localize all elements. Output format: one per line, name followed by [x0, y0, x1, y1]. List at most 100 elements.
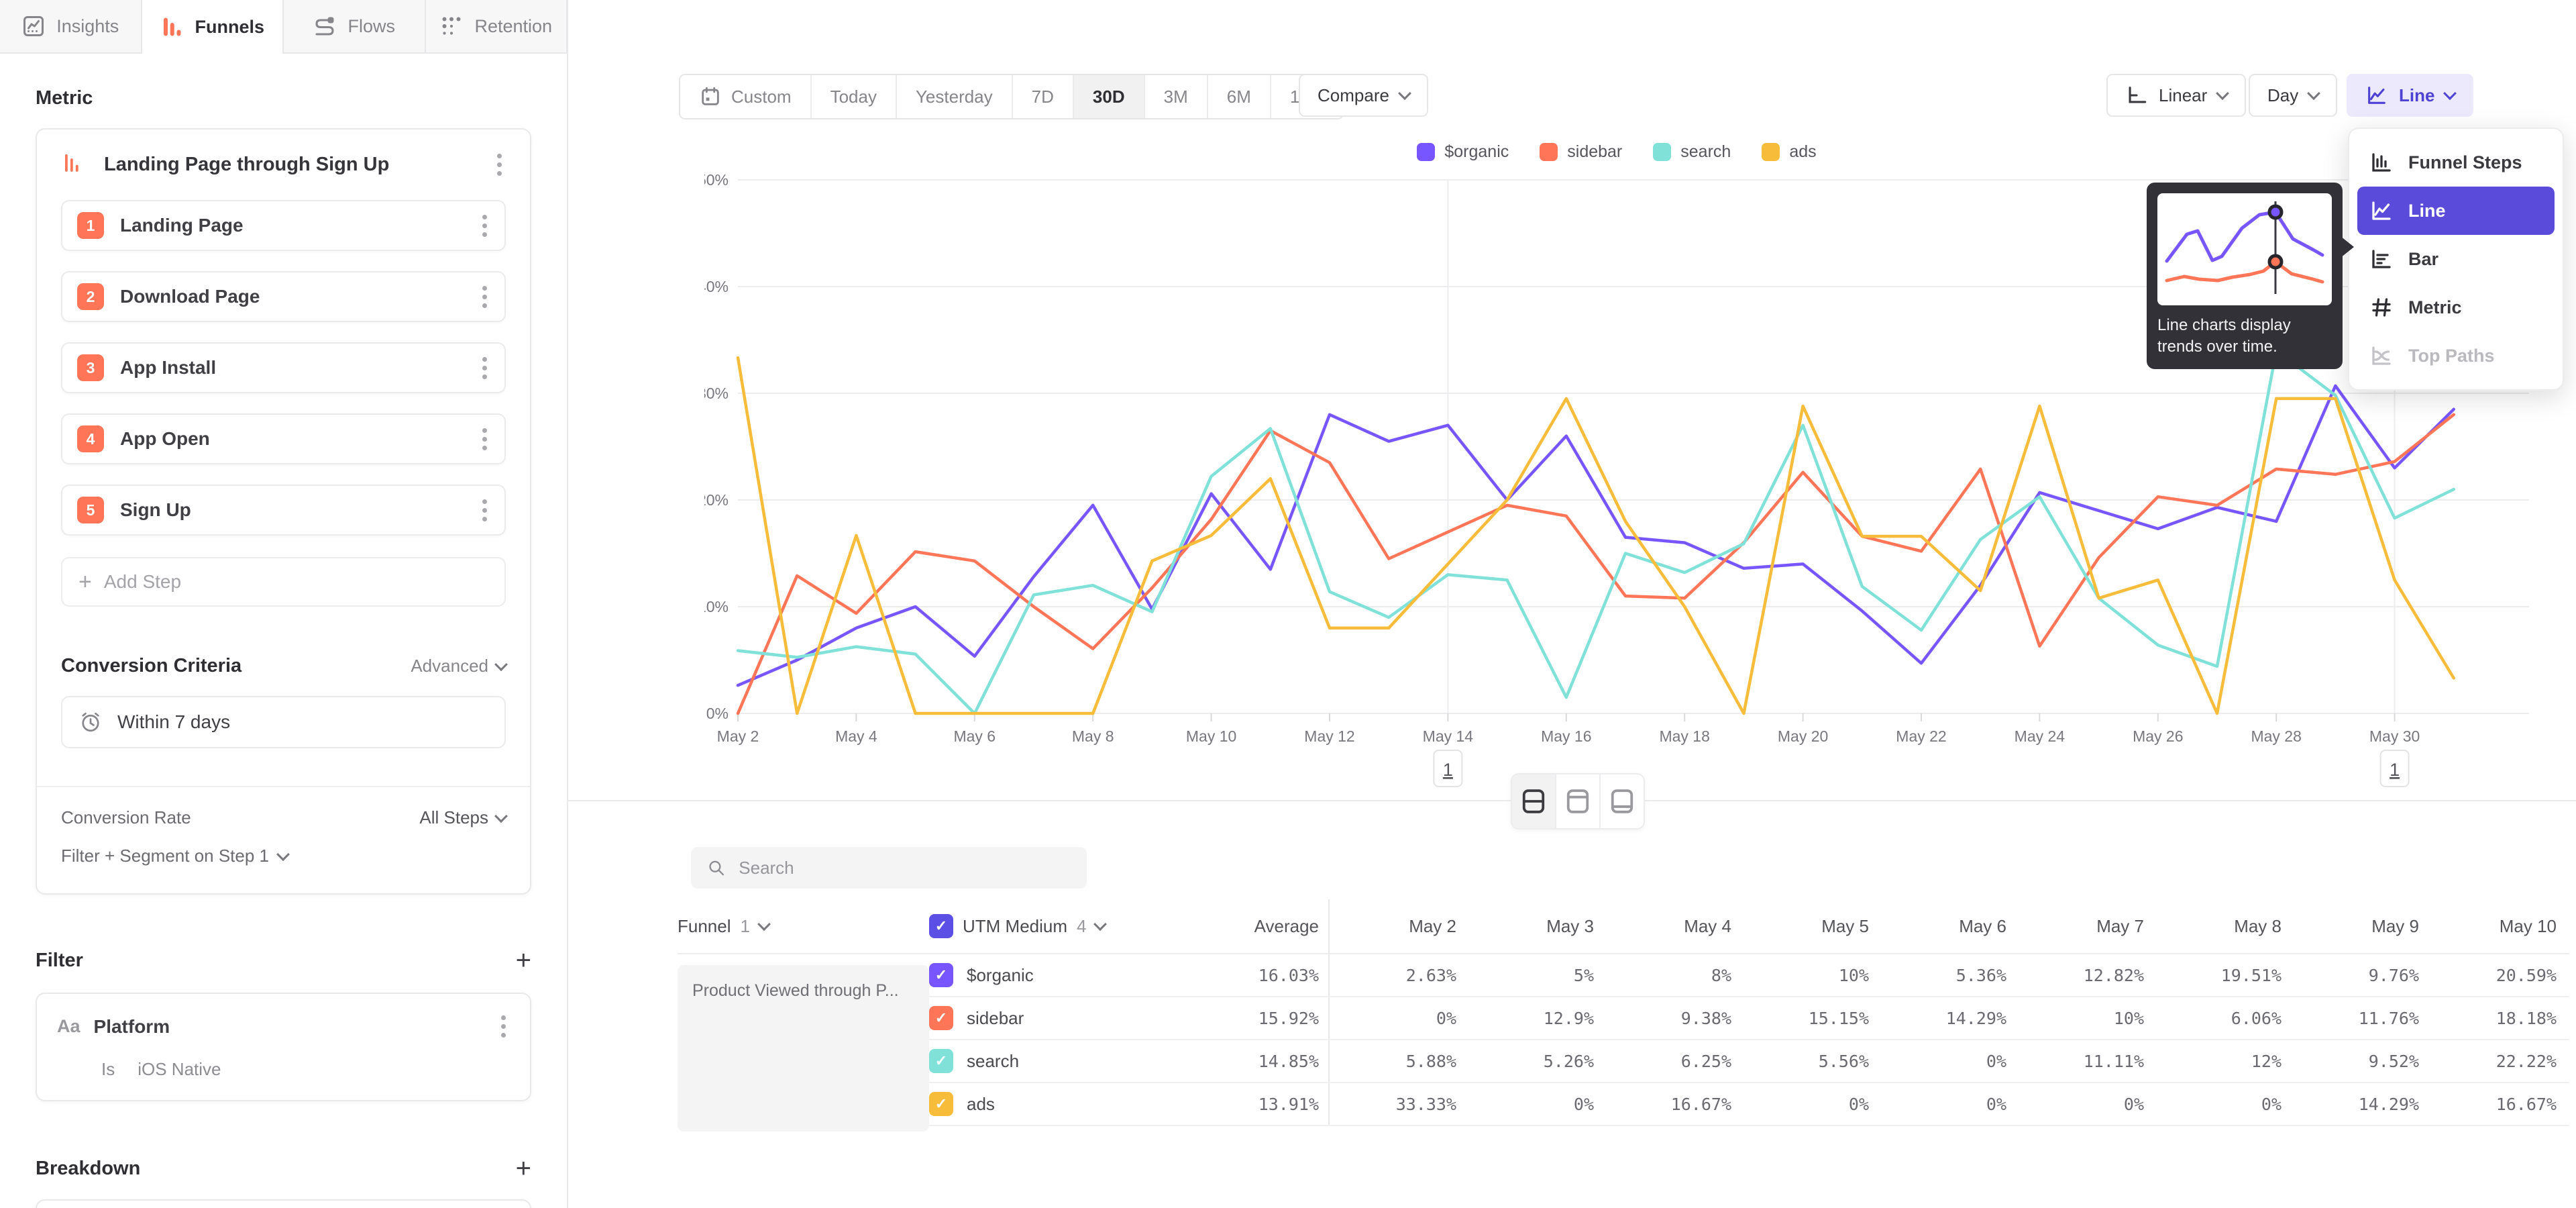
add-step-button[interactable]: + Add Step: [61, 557, 506, 607]
legend-item[interactable]: sidebar: [1540, 142, 1622, 162]
series-name-cell[interactable]: ✓ sidebar: [929, 1006, 1201, 1030]
legend-label: $organic: [1444, 142, 1509, 162]
step-number-badge: 1: [77, 212, 104, 239]
layout-bottom-button[interactable]: [1601, 774, 1644, 828]
legend-label: sidebar: [1567, 142, 1622, 162]
kebab-menu-icon[interactable]: [478, 353, 491, 383]
series-name-cell[interactable]: ✓ $organic: [929, 963, 1201, 987]
kebab-menu-icon[interactable]: [493, 150, 506, 180]
chevron-down-icon: [1398, 87, 1411, 100]
tab-insights[interactable]: Insights: [0, 0, 142, 54]
top-tabbar: Insights Funnels Flows Retention: [0, 0, 568, 54]
scale-dropdown[interactable]: Linear: [2106, 74, 2246, 117]
date-column-header: May 9: [2291, 916, 2428, 937]
tab-funnels[interactable]: Funnels: [142, 0, 284, 54]
svg-text:May 10: May 10: [1186, 727, 1236, 745]
value-cell: 6.06%: [2153, 1009, 2291, 1028]
table-search[interactable]: [691, 847, 1087, 889]
value-cell: 9.76%: [2291, 966, 2428, 985]
series-label: search: [967, 1051, 1019, 1072]
calendar-icon: [699, 85, 722, 108]
linear-scale-icon: [2125, 84, 2148, 107]
compare-button[interactable]: Compare: [1299, 74, 1428, 117]
range-6m[interactable]: 6M: [1208, 75, 1271, 118]
value-cell: 5%: [1466, 966, 1603, 985]
line-chart-icon: [2369, 199, 2394, 223]
value-cell: 12.9%: [1466, 1009, 1603, 1028]
series-checkbox[interactable]: ✓: [929, 1006, 953, 1030]
add-filter-button[interactable]: +: [516, 947, 531, 974]
range-3m[interactable]: 3M: [1145, 75, 1208, 118]
series-checkbox[interactable]: ✓: [929, 1092, 953, 1116]
search-icon: [707, 858, 725, 878]
range-7d[interactable]: 7D: [1013, 75, 1074, 118]
value-cell: 33.33%: [1328, 1083, 1466, 1125]
series-checkbox[interactable]: ✓: [929, 963, 953, 987]
series-name-cell[interactable]: ✓ search: [929, 1049, 1201, 1073]
filter-operator[interactable]: Is: [101, 1059, 115, 1080]
legend-item[interactable]: $organic: [1417, 142, 1509, 162]
funnel-step-3[interactable]: 3 App Install: [61, 342, 506, 393]
range-30d[interactable]: 30D: [1074, 75, 1145, 118]
layout-top-button[interactable]: [1556, 774, 1601, 828]
funnel-group-cell[interactable]: Product Viewed through P...: [678, 965, 929, 1131]
funnel-step-1[interactable]: 1 Landing Page: [61, 200, 506, 251]
breakdown-table: Funnel 1 ✓ UTM Medium 4 Average May 2May…: [678, 899, 2569, 1126]
legend-item[interactable]: ads: [1762, 142, 1816, 162]
tab-flows[interactable]: Flows: [284, 0, 426, 54]
filter-section-title: Filter: [36, 950, 83, 972]
range-today[interactable]: Today: [812, 75, 897, 118]
menu-item-metric[interactable]: Metric: [2357, 283, 2555, 332]
menu-item-line[interactable]: Line: [2357, 187, 2555, 235]
value-cell: 19.51%: [2153, 966, 2291, 985]
funnel-step-5[interactable]: 5 Sign Up: [61, 485, 506, 536]
svg-text:10%: 10%: [704, 598, 729, 615]
legend-swatch: [1540, 143, 1558, 161]
table-row: ✓ ads 13.91%33.33%0%16.67%0%0%0%0%14.29%…: [678, 1083, 2569, 1126]
legend-label: ads: [1789, 142, 1816, 162]
kebab-menu-icon[interactable]: [478, 282, 491, 312]
funnel-step-4[interactable]: 4 App Open: [61, 413, 506, 464]
svg-text:1: 1: [2390, 760, 2400, 780]
interval-dropdown[interactable]: Day: [2249, 74, 2337, 117]
svg-text:May 6: May 6: [953, 727, 996, 745]
range-yesterday[interactable]: Yesterday: [897, 75, 1013, 118]
tab-retention[interactable]: Retention: [426, 0, 568, 54]
filter-card: Aa Platform Is iOS Native: [36, 993, 531, 1101]
conversion-rate-dropdown[interactable]: All Steps: [419, 807, 506, 828]
plus-icon: +: [78, 569, 92, 595]
menu-item-funnel-steps[interactable]: Funnel Steps: [2357, 138, 2555, 187]
range-custom[interactable]: Custom: [680, 75, 812, 118]
svg-text:20%: 20%: [704, 491, 729, 509]
add-breakdown-button[interactable]: +: [516, 1155, 531, 1182]
menu-item-label: Bar: [2408, 249, 2438, 270]
tab-label: Retention: [474, 16, 552, 37]
average-cell: 14.85%: [1201, 1052, 1328, 1071]
search-input[interactable]: [737, 857, 1071, 879]
filter-segment-dropdown[interactable]: Filter + Segment on Step 1: [61, 846, 506, 866]
kebab-menu-icon[interactable]: [478, 495, 491, 525]
value-cell: 9.38%: [1603, 1009, 1741, 1028]
date-column-header: May 7: [2016, 916, 2153, 937]
funnel-step-2[interactable]: 2 Download Page: [61, 271, 506, 322]
string-type-icon: Aa: [57, 1016, 80, 1037]
kebab-menu-icon[interactable]: [478, 211, 491, 241]
conversion-window-row[interactable]: Within 7 days: [61, 696, 506, 748]
value-cell: 20.59%: [2428, 966, 2566, 985]
series-name-cell[interactable]: ✓ ads: [929, 1092, 1201, 1116]
legend-item[interactable]: search: [1653, 142, 1731, 162]
kebab-menu-icon[interactable]: [478, 424, 491, 454]
select-all-checkbox[interactable]: ✓: [929, 914, 953, 938]
filter-property[interactable]: Platform: [94, 1016, 484, 1038]
menu-item-bar[interactable]: Bar: [2357, 235, 2555, 283]
value-cell: 0%: [2153, 1095, 2291, 1114]
advanced-dropdown[interactable]: Advanced: [411, 656, 506, 676]
filter-value[interactable]: iOS Native: [138, 1059, 221, 1080]
metric-section-title: Metric: [36, 87, 93, 109]
series-checkbox[interactable]: ✓: [929, 1049, 953, 1073]
layout-split-horizontal-button[interactable]: [1512, 774, 1556, 828]
chart-type-dropdown[interactable]: Line: [2347, 74, 2473, 117]
funnel-column-header[interactable]: Funnel 1: [678, 916, 929, 937]
breakdown-column-header[interactable]: ✓ UTM Medium 4: [929, 914, 1201, 938]
kebab-menu-icon[interactable]: [497, 1011, 510, 1042]
